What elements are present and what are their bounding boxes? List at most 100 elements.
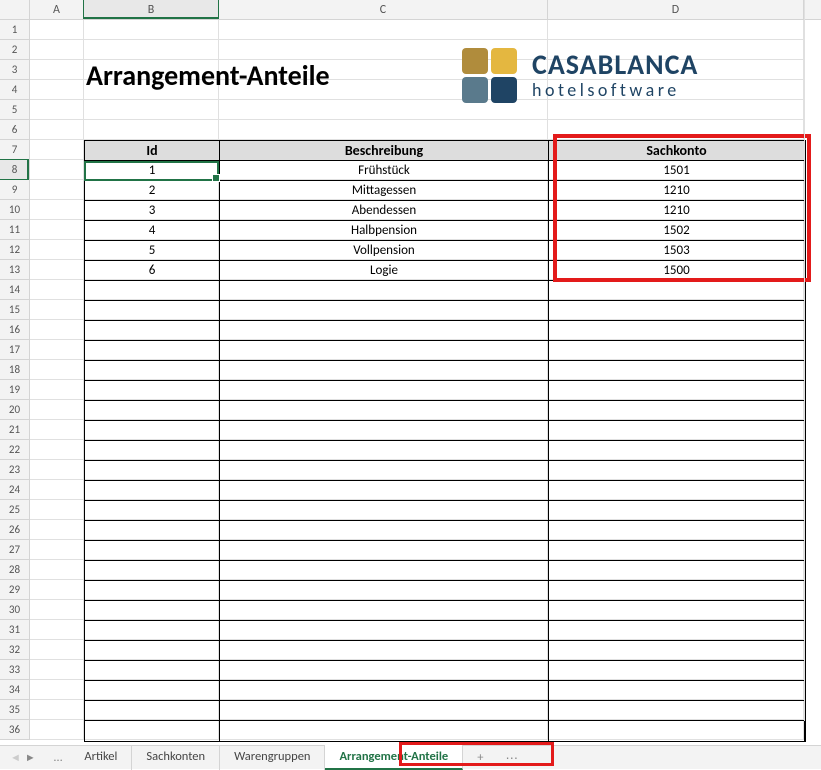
table-cell-beschreibung[interactable]: Halbpension — [220, 221, 549, 241]
row-header-3[interactable]: 3 — [0, 60, 30, 80]
cell-A2[interactable] — [30, 40, 84, 60]
table-cell-empty[interactable] — [85, 521, 220, 541]
cell-A16[interactable] — [30, 320, 84, 340]
table-cell-empty[interactable] — [220, 321, 549, 341]
table-cell-empty[interactable] — [220, 661, 549, 681]
row-header-25[interactable]: 25 — [0, 500, 30, 520]
cell-A35[interactable] — [30, 700, 84, 720]
row-header-6[interactable]: 6 — [0, 120, 30, 140]
cell-A6[interactable] — [30, 120, 84, 140]
sheet-tab-arrangement-anteile[interactable]: Arrangement-Anteile — [325, 745, 463, 770]
table-cell-empty[interactable] — [549, 661, 805, 681]
cell-A17[interactable] — [30, 340, 84, 360]
row-header-30[interactable]: 30 — [0, 600, 30, 620]
table-cell-empty[interactable] — [549, 521, 805, 541]
table-cell-empty[interactable] — [549, 401, 805, 421]
column-header-B[interactable]: B — [84, 0, 219, 19]
row-header-9[interactable]: 9 — [0, 180, 30, 200]
row-header-10[interactable]: 10 — [0, 200, 30, 220]
cell-A31[interactable] — [30, 620, 84, 640]
table-cell-empty[interactable] — [85, 681, 220, 701]
select-all-corner[interactable] — [0, 0, 30, 19]
cell-D1[interactable] — [548, 20, 804, 40]
table-cell-sachkonto[interactable]: 1500 — [549, 261, 805, 281]
row-header-4[interactable]: 4 — [0, 80, 30, 100]
table-cell-empty[interactable] — [85, 641, 220, 661]
table-cell-empty[interactable] — [549, 721, 805, 741]
row-header-16[interactable]: 16 — [0, 320, 30, 340]
table-cell-empty[interactable] — [85, 581, 220, 601]
row-header-22[interactable]: 22 — [0, 440, 30, 460]
table-cell-empty[interactable] — [220, 481, 549, 501]
row-header-17[interactable]: 17 — [0, 340, 30, 360]
table-cell-empty[interactable] — [549, 461, 805, 481]
cell-A4[interactable] — [30, 80, 84, 100]
cell-C1[interactable] — [219, 20, 548, 40]
arrangement-table[interactable]: IdBeschreibungSachkonto1Frühstück15012Mi… — [84, 140, 806, 742]
table-cell-empty[interactable] — [549, 641, 805, 661]
row-header-21[interactable]: 21 — [0, 420, 30, 440]
table-cell-empty[interactable] — [85, 721, 220, 741]
table-cell-empty[interactable] — [85, 401, 220, 421]
table-cell-empty[interactable] — [220, 641, 549, 661]
table-cell-empty[interactable] — [220, 341, 549, 361]
row-header-14[interactable]: 14 — [0, 280, 30, 300]
cell-B2[interactable] — [84, 40, 219, 60]
column-header-D[interactable]: D — [548, 0, 804, 19]
cell-A24[interactable] — [30, 480, 84, 500]
row-header-34[interactable]: 34 — [0, 680, 30, 700]
table-cell-empty[interactable] — [549, 441, 805, 461]
table-cell-empty[interactable] — [85, 701, 220, 721]
row-header-11[interactable]: 11 — [0, 220, 30, 240]
table-cell-empty[interactable] — [549, 541, 805, 561]
cell-A11[interactable] — [30, 220, 84, 240]
cell-D6[interactable] — [548, 120, 804, 140]
sheet-tab-warengruppen[interactable]: Warengruppen — [220, 745, 325, 770]
table-header-id[interactable]: Id — [85, 141, 220, 161]
table-cell-empty[interactable] — [85, 361, 220, 381]
table-cell-empty[interactable] — [549, 481, 805, 501]
table-cell-empty[interactable] — [549, 581, 805, 601]
cell-A32[interactable] — [30, 640, 84, 660]
table-cell-empty[interactable] — [549, 501, 805, 521]
cell-A28[interactable] — [30, 560, 84, 580]
table-cell-id[interactable]: 3 — [85, 201, 220, 221]
row-header-18[interactable]: 18 — [0, 360, 30, 380]
table-cell-sachkonto[interactable]: 1503 — [549, 241, 805, 261]
table-cell-empty[interactable] — [85, 341, 220, 361]
row-header-19[interactable]: 19 — [0, 380, 30, 400]
table-cell-beschreibung[interactable]: Frühstück — [220, 161, 549, 181]
cell-A20[interactable] — [30, 400, 84, 420]
row-header-27[interactable]: 27 — [0, 540, 30, 560]
table-cell-empty[interactable] — [549, 281, 805, 301]
tab-nav-next-icon[interactable]: ► — [25, 751, 36, 764]
table-cell-empty[interactable] — [85, 501, 220, 521]
table-cell-empty[interactable] — [220, 541, 549, 561]
table-cell-empty[interactable] — [220, 361, 549, 381]
table-cell-beschreibung[interactable]: Abendessen — [220, 201, 549, 221]
row-header-7[interactable]: 7 — [0, 140, 30, 160]
table-cell-beschreibung[interactable]: Vollpension — [220, 241, 549, 261]
cell-A34[interactable] — [30, 680, 84, 700]
table-cell-empty[interactable] — [549, 301, 805, 321]
row-header-28[interactable]: 28 — [0, 560, 30, 580]
table-cell-id[interactable]: 6 — [85, 261, 220, 281]
cell-A21[interactable] — [30, 420, 84, 440]
tab-menu-icon[interactable]: ⋯ — [497, 746, 526, 770]
table-cell-empty[interactable] — [549, 681, 805, 701]
table-cell-empty[interactable] — [220, 721, 549, 741]
table-cell-id[interactable]: 2 — [85, 181, 220, 201]
table-cell-empty[interactable] — [85, 441, 220, 461]
cell-A25[interactable] — [30, 500, 84, 520]
row-header-2[interactable]: 2 — [0, 40, 30, 60]
table-cell-empty[interactable] — [220, 301, 549, 321]
tab-nav-first-icon[interactable]: ◄ — [10, 751, 21, 764]
table-cell-sachkonto[interactable]: 1501 — [549, 161, 805, 181]
table-cell-empty[interactable] — [85, 561, 220, 581]
table-cell-id[interactable]: 5 — [85, 241, 220, 261]
table-cell-empty[interactable] — [220, 521, 549, 541]
table-cell-empty[interactable] — [549, 361, 805, 381]
table-cell-empty[interactable] — [85, 281, 220, 301]
cell-A27[interactable] — [30, 540, 84, 560]
table-cell-empty[interactable] — [549, 381, 805, 401]
